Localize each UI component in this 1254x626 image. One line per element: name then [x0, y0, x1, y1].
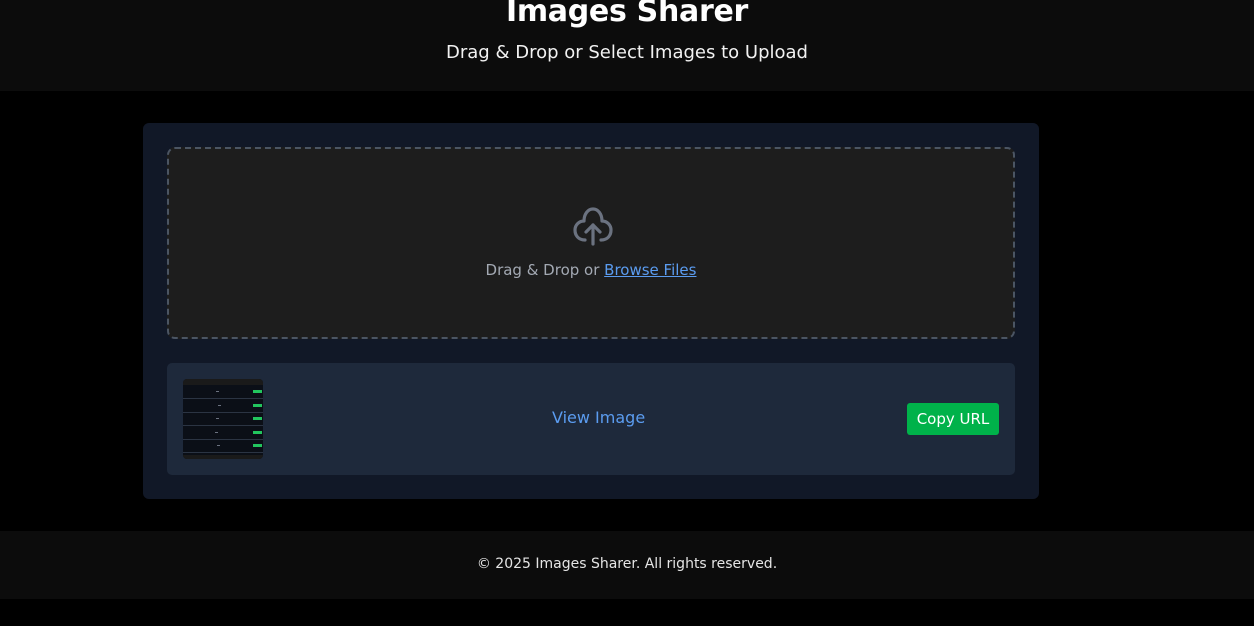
uploaded-image-row: View Image Copy URL [167, 363, 1015, 475]
upload-cloud-icon [573, 207, 613, 246]
copy-url-button[interactable]: Copy URL [907, 403, 999, 435]
header: Images Sharer Drag & Drop or Select Imag… [0, 0, 1254, 91]
upload-dropzone[interactable]: Drag & Drop or Browse Files [167, 147, 1015, 339]
page-title: Images Sharer [505, 0, 749, 29]
dropzone-instructions: Drag & Drop or Browse Files [169, 260, 1013, 280]
footer-copyright: © 2025 Images Sharer. All rights reserve… [476, 556, 778, 572]
page: Images Sharer Drag & Drop or Select Imag… [0, 0, 1254, 626]
page-subtitle: Drag & Drop or Select Images to Upload [446, 42, 808, 63]
browse-files-link[interactable]: Browse Files [604, 261, 696, 279]
footer: © 2025 Images Sharer. All rights reserve… [0, 531, 1254, 599]
image-thumbnail [183, 379, 263, 459]
dropzone-text: Drag & Drop or [485, 261, 600, 279]
view-image-link[interactable]: View Image [552, 408, 645, 428]
main-container: Drag & Drop or Browse Files View Image C… [143, 123, 1039, 499]
